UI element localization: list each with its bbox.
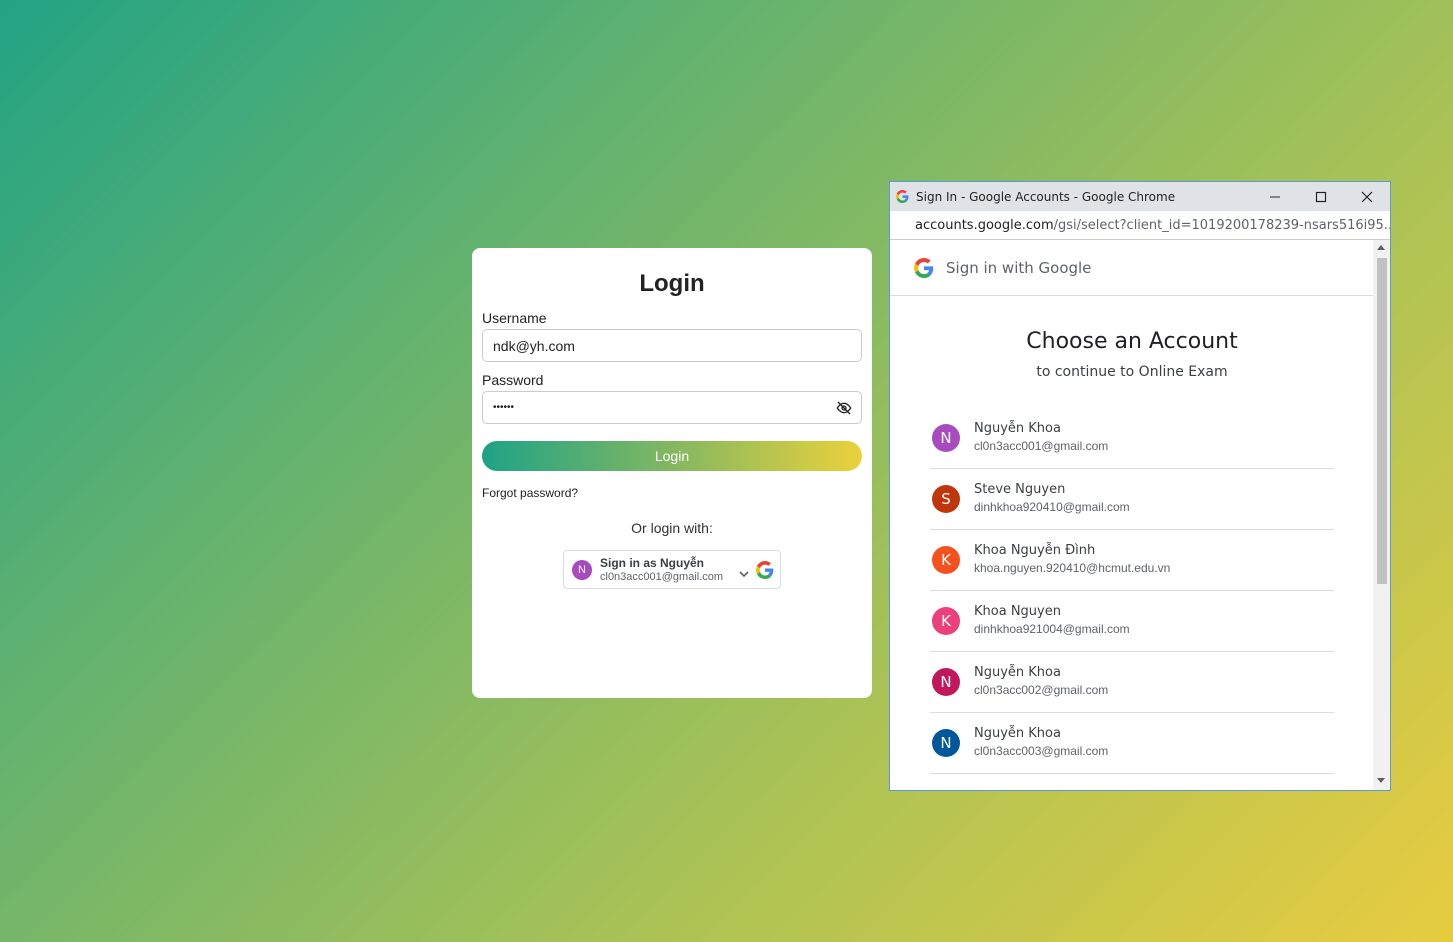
- page-subtitle: to continue to Online Exam: [1036, 364, 1228, 380]
- scroll-up-arrow-icon[interactable]: [1377, 245, 1385, 250]
- google-button-name: Sign in as Nguyễn: [600, 555, 705, 570]
- scrollbar[interactable]: [1373, 240, 1390, 790]
- minimize-icon: [1270, 196, 1280, 197]
- close-button[interactable]: [1344, 182, 1390, 211]
- popup-content: Sign in with Google Choose an Account to…: [890, 240, 1374, 790]
- account-list: N Nguyễn Khoa cl0n3acc001@gmail.com S St…: [930, 408, 1334, 774]
- account-email: dinhkhoa921004@gmail.com: [974, 622, 1130, 636]
- account-name: Nguyễn Khoa: [974, 726, 1061, 741]
- scroll-down-arrow-icon[interactable]: [1377, 778, 1385, 783]
- account-name: Nguyễn Khoa: [974, 665, 1061, 680]
- chevron-down-icon[interactable]: [738, 568, 750, 580]
- avatar: N: [932, 729, 960, 757]
- close-icon: [1361, 191, 1373, 202]
- account-item[interactable]: S Steve Nguyen dinhkhoa920410@gmail.com: [930, 469, 1334, 530]
- maximize-icon: [1315, 191, 1327, 202]
- account-email: dinhkhoa920410@gmail.com: [974, 500, 1130, 514]
- avatar: S: [932, 485, 960, 513]
- google-logo-icon: [756, 560, 774, 579]
- account-email: cl0n3acc003@gmail.com: [974, 744, 1109, 758]
- avatar: K: [932, 607, 960, 635]
- avatar: N: [572, 559, 592, 580]
- login-title: Login: [639, 270, 705, 297]
- google-sign-in-popup: Sign In - Google Accounts - Google Chrom…: [889, 181, 1391, 791]
- password-label: Password: [482, 372, 544, 388]
- username-input[interactable]: ndk@yh.com: [482, 329, 862, 362]
- forgot-password-link[interactable]: Forgot password?: [482, 486, 862, 500]
- account-email: khoa.nguyen.920410@hcmut.edu.vn: [974, 561, 1171, 575]
- username-value: ndk@yh.com: [493, 337, 575, 354]
- avatar: N: [932, 424, 960, 452]
- account-name: Khoa Nguyễn Đình: [974, 543, 1096, 558]
- eye-off-icon[interactable]: [835, 400, 853, 416]
- account-name: Nguyễn Khoa: [974, 421, 1061, 436]
- login-button[interactable]: Login: [482, 441, 862, 471]
- url-path: /gsi/select?client_id=1019200178239-nsar…: [1053, 217, 1390, 233]
- account-name: Steve Nguyen: [974, 482, 1066, 497]
- window-title: Sign In - Google Accounts - Google Chrom…: [916, 189, 1176, 204]
- google-header: Sign in with Google: [890, 240, 1374, 296]
- account-item[interactable]: K Khoa Nguyễn Đình khoa.nguyen.920410@hc…: [930, 530, 1334, 591]
- account-name: Khoa Nguyen: [974, 604, 1061, 619]
- minimize-button[interactable]: [1252, 182, 1298, 211]
- or-login-with-text: Or login with:: [631, 520, 713, 536]
- login-card: Login Username ndk@yh.com Password •••••…: [472, 248, 872, 698]
- google-sign-in-button[interactable]: N Sign in as Nguyễn cl0n3acc001@gmail.co…: [563, 550, 781, 589]
- scrollbar-thumb[interactable]: [1377, 258, 1387, 584]
- google-header-title: Sign in with Google: [946, 258, 1092, 277]
- maximize-button[interactable]: [1298, 182, 1344, 211]
- url-host: accounts.google.com: [915, 217, 1054, 233]
- password-input[interactable]: ••••••: [482, 391, 862, 424]
- account-email: cl0n3acc002@gmail.com: [974, 683, 1109, 697]
- account-email: cl0n3acc001@gmail.com: [974, 439, 1109, 453]
- password-value: ••••••: [493, 402, 515, 413]
- avatar: K: [932, 546, 960, 574]
- account-item[interactable]: K Khoa Nguyen dinhkhoa921004@gmail.com: [930, 591, 1334, 652]
- account-item[interactable]: N Nguyễn Khoa cl0n3acc001@gmail.com: [930, 408, 1334, 469]
- google-button-email: cl0n3acc001@gmail.com: [600, 570, 724, 583]
- google-logo-icon: [914, 257, 934, 278]
- google-logo-icon: [896, 190, 909, 203]
- username-label: Username: [482, 310, 547, 326]
- address-bar[interactable]: accounts.google.com/gsi/select?client_id…: [890, 211, 1390, 240]
- window-titlebar[interactable]: Sign In - Google Accounts - Google Chrom…: [890, 182, 1390, 211]
- account-item[interactable]: N Nguyễn Khoa cl0n3acc003@gmail.com: [930, 713, 1334, 774]
- avatar: N: [932, 668, 960, 696]
- page-title: Choose an Account: [1026, 329, 1238, 354]
- account-item[interactable]: N Nguyễn Khoa cl0n3acc002@gmail.com: [930, 652, 1334, 713]
